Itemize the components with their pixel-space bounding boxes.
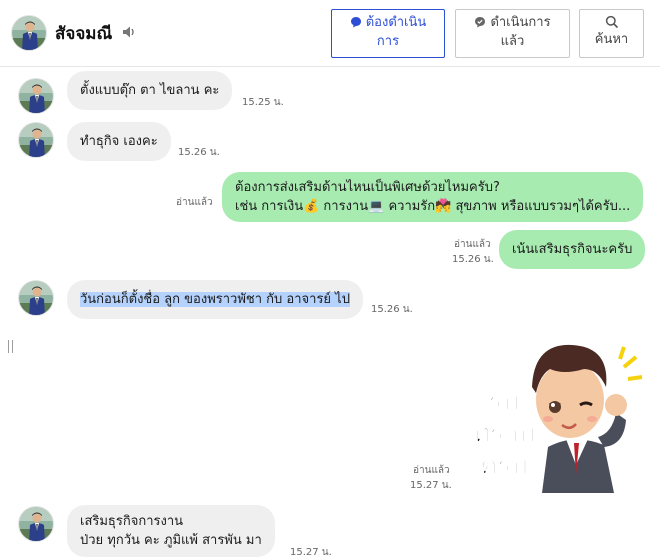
incoming-message: ตั้งแบบตุ๊ก ตา ไขลาน คะ [67, 71, 233, 110]
message-time: 15.26 น. [371, 304, 413, 315]
contact-avatar[interactable] [11, 15, 47, 51]
message-line: ป่วย ทุกวัน คะ ภูมิแพ้ สารพัน มา [80, 533, 262, 548]
sender-avatar[interactable] [18, 506, 54, 542]
to-do-label-line2: การ [376, 34, 400, 49]
selected-text: วันก่อนก็ตั้งชื่อ ลูก ของพราวพัชา กับ อา… [80, 292, 350, 307]
done-label-line2: แล้ว [500, 34, 525, 49]
search-label: ค้นหา [594, 32, 629, 47]
done-label-line1: ดำเนินการ [490, 15, 551, 30]
read-receipt: อ่านแล้ว [176, 197, 213, 208]
read-receipt: อ่านแล้ว [413, 465, 450, 476]
message-time: 15.26 น. [178, 147, 220, 158]
search-button[interactable]: ค้นหา [579, 9, 644, 58]
message-time: 15.25 น. [242, 97, 284, 108]
sender-avatar[interactable] [18, 78, 54, 114]
resize-handle[interactable] [8, 340, 13, 353]
message-time: 15.27 น. [290, 547, 332, 558]
chat-bubble-icon [350, 17, 361, 28]
sticker-image[interactable]: รับ ทราบ ครับ [464, 325, 650, 493]
message-line: เช่น การเงิน💰 การงาน💻 ความรัก💏 สุขภาพ หร… [235, 199, 631, 214]
sticker-text-line: รับ [489, 387, 519, 417]
contact-name[interactable]: สัจจมณี [55, 20, 112, 47]
speaker-icon[interactable] [121, 24, 137, 40]
sticker-text-line: ครับ [480, 451, 528, 481]
chat-check-icon [475, 17, 486, 28]
message-line: เสริมธุรกิจการงาน [80, 514, 184, 529]
incoming-message: วันก่อนก็ตั้งชื่อ ลูก ของพราวพัชา กับ อา… [67, 280, 363, 319]
message-line: ต้องการส่งเสริมด้านไหนเป็นพิเศษด้วยไหมคร… [235, 180, 500, 195]
done-button[interactable]: ดำเนินการ แล้ว [455, 9, 570, 58]
search-icon [605, 15, 618, 29]
sticker-text-line: ทราบ [473, 419, 535, 449]
read-receipt: อ่านแล้ว [454, 239, 491, 250]
sender-avatar[interactable] [18, 280, 54, 316]
incoming-message: เสริมธุรกิจการงาน ป่วย ทุกวัน คะ ภูมิแพ้… [67, 505, 275, 557]
message-time: 15.27 น. [410, 480, 452, 491]
outgoing-message: ต้องการส่งเสริมด้านไหนเป็นพิเศษด้วยไหมคร… [222, 172, 644, 222]
message-time: 15.26 น. [452, 254, 494, 265]
to-do-label-line1: ต้องดำเนิน [365, 15, 427, 30]
incoming-message: ทำธุกิจ เองคะ [67, 122, 171, 161]
sender-avatar[interactable] [18, 122, 54, 158]
outgoing-message: เน้นเสริมธุรกิจนะครับ [499, 230, 646, 269]
to-do-button[interactable]: ต้องดำเนิน การ [331, 9, 445, 58]
chat-header: สัจจมณี ต้องดำเนิน การ ดำเนินการ แล้ว ค้… [0, 0, 660, 67]
